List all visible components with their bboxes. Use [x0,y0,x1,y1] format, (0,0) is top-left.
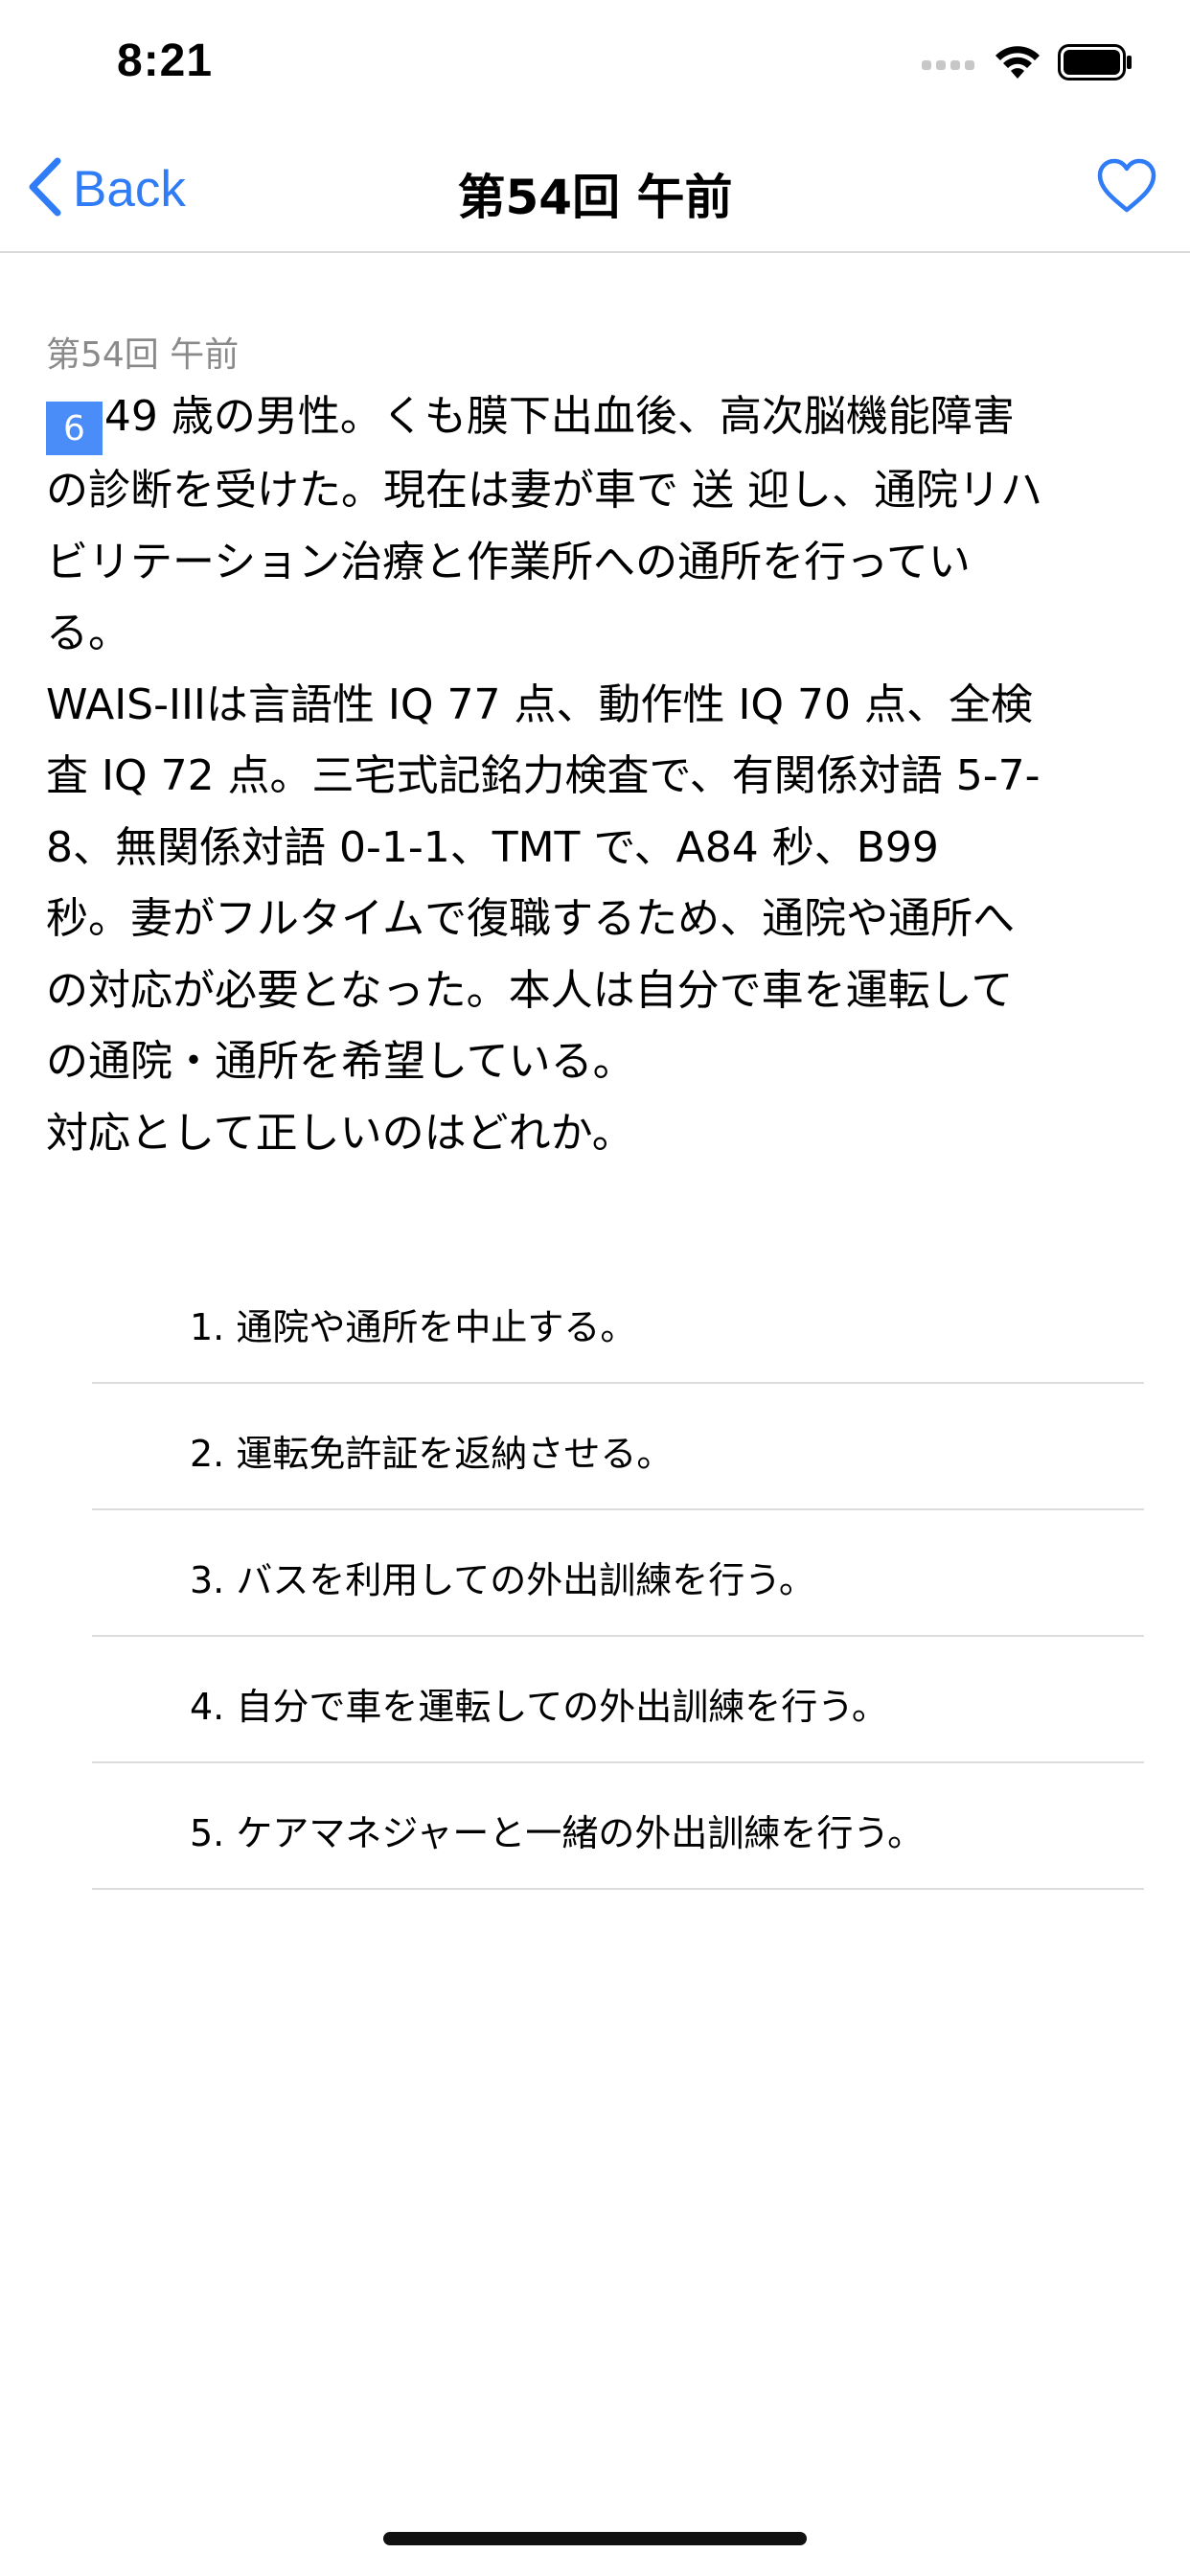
choice-item-3[interactable]: 3. バスを利用しての外出訓練を行う。 [92,1510,1144,1637]
home-indicator[interactable] [383,2532,807,2545]
page-title: 第54回 午前 [457,170,733,225]
question-line: ビリテーション治療と作業所への通所を行ってい [46,537,971,586]
favorite-button[interactable] [1096,157,1157,218]
question-line: の診断を受けた。現在は妻が車で 送 迎し、通院リハ [46,466,1042,515]
status-bar: 8:21 [0,0,1190,126]
choice-label: 1. 通院や通所を中止する。 [190,1306,637,1348]
choice-label: 2. 運転免許証を返納させる。 [190,1433,674,1475]
status-time: 8:21 [117,35,214,86]
question-text: 6 49 歳の男性。くも膜下出血後、高次脳機能障害 の診断を受けた。現在は妻が車で… [46,381,1157,1169]
question-line: の通院・通所を希望している。 [46,1037,635,1086]
question-line: 対応として正しいのはどれか。 [46,1108,634,1158]
question-section: 第54回 午前 6 49 歳の男性。くも膜下出血後、高次脳機能障害 の診断を受けた… [46,332,1157,1169]
question-line-text: 49 歳の男性。くも膜下出血後、高次脳機能障害 [103,392,1015,441]
status-icons [922,44,1133,84]
choice-label: 3. バスを利用しての外出訓練を行う。 [190,1559,815,1601]
wifi-icon [993,44,1042,84]
choice-item-2[interactable]: 2. 運転免許証を返納させる。 [92,1384,1144,1510]
question-line: る。 [46,609,130,657]
choice-item-5[interactable]: 5. ケアマネジャーと一緒の外出訓練を行う。 [92,1763,1144,1890]
question-line: 8、無関係対語 0-1-1、TMT で、A84 秒、B99 [46,822,939,872]
choice-label: 5. ケアマネジャーと一緒の外出訓練を行う。 [190,1812,925,1854]
navigation-bar: Back 第54回 午前 [0,126,1190,253]
choice-list: 1. 通院や通所を中止する。 2. 運転免許証を返納させる。 3. バスを利用し… [92,1257,1144,1890]
choice-item-1[interactable]: 1. 通院や通所を中止する。 [92,1257,1144,1384]
question-line: 秒。妻がフルタイムで復職するため、通院や通所へ [46,894,1016,943]
question-line: WAIS-IIIは言語性 IQ 77 点、動作性 IQ 70 点、全検 [46,679,1034,729]
battery-icon [1058,44,1133,84]
question-number-badge: 6 [46,402,103,455]
cellular-signal-icon [922,53,977,76]
choice-label: 4. 自分で車を運転しての外出訓練を行う。 [190,1686,888,1728]
choice-item-4[interactable]: 4. 自分で車を運転しての外出訓練を行う。 [92,1637,1144,1763]
exam-label: 第54回 午前 [46,335,240,375]
heart-icon [1096,158,1157,218]
question-line: の対応が必要となった。本人は自分で車を運転して [46,965,1014,1015]
question-line: 6 49 歳の男性。くも膜下出血後、高次脳機能障害 [46,381,1157,455]
question-line: 査 IQ 72 点。三宅式記銘力検査で、有関係対語 5-7- [46,751,1041,800]
